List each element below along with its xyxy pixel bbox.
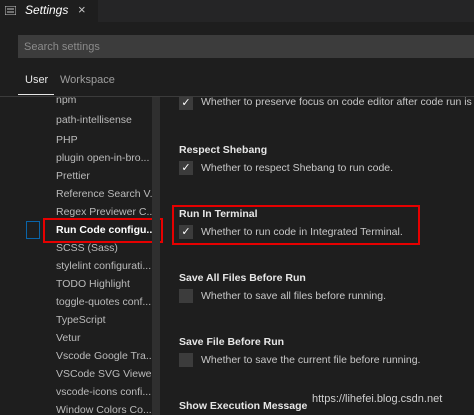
- highlight-box-setting: [172, 205, 420, 245]
- toc-item[interactable]: Vetur: [56, 329, 81, 347]
- toc-item[interactable]: Vscode Google Tra...: [56, 347, 155, 365]
- setting-title: Save File Before Run: [179, 336, 285, 348]
- tab-workspace[interactable]: Workspace: [60, 74, 115, 86]
- tab-user[interactable]: User: [18, 66, 54, 95]
- toc-item[interactable]: Reference Search V...: [56, 185, 158, 203]
- setting-description: Whether to preserve focus on code editor…: [201, 97, 472, 108]
- toc-item[interactable]: plugin open-in-bro...: [56, 149, 149, 167]
- settings-list: ✓ Whether to preserve focus on code edit…: [162, 97, 474, 415]
- toc-selection-indicator: [26, 221, 40, 239]
- check-icon: ✓: [181, 97, 191, 109]
- toc-item[interactable]: TODO Highlight: [56, 275, 130, 293]
- settings-toc: npm path-intellisense PHP plugin open-in…: [0, 97, 162, 415]
- toc-item[interactable]: path-intellisense: [56, 111, 132, 129]
- toc-scrollbar[interactable]: [152, 97, 160, 415]
- setting-checkbox[interactable]: ✓: [179, 97, 193, 110]
- settings-scope-tabs: User Workspace: [0, 66, 474, 97]
- toc-item[interactable]: Prettier: [56, 167, 90, 185]
- toc-item[interactable]: TypeScript: [56, 311, 106, 329]
- toc-item[interactable]: PHP: [56, 131, 78, 149]
- tab-title: Settings: [25, 3, 69, 17]
- setting-description: Whether to save the current file before …: [201, 354, 421, 366]
- setting-checkbox[interactable]: ✓: [179, 161, 193, 175]
- toc-item[interactable]: npm: [56, 97, 76, 109]
- highlight-box-toc: [43, 218, 163, 243]
- toc-item[interactable]: Window Colors Co...: [56, 401, 152, 415]
- file-icon: [5, 6, 16, 15]
- setting-checkbox[interactable]: [179, 289, 193, 303]
- tab-bar: Settings ×: [0, 0, 474, 22]
- check-icon: ✓: [181, 162, 191, 174]
- setting-checkbox[interactable]: [179, 353, 193, 367]
- toc-item[interactable]: toggle-quotes conf...: [56, 293, 151, 311]
- toc-item[interactable]: stylelint configurati...: [56, 257, 151, 275]
- toc-item[interactable]: vscode-icons confi...: [56, 383, 151, 401]
- setting-title: Show Execution Message: [179, 400, 308, 412]
- close-icon[interactable]: ×: [78, 2, 86, 17]
- tab-settings[interactable]: Settings ×: [0, 0, 98, 22]
- setting-title: Respect Shebang: [179, 144, 268, 156]
- toc-item[interactable]: VSCode SVG Viewe...: [56, 365, 160, 383]
- setting-title: Save All Files Before Run: [179, 272, 306, 284]
- setting-description: Whether to save all files before running…: [201, 290, 387, 302]
- search-input[interactable]: Search settings: [18, 35, 474, 58]
- setting-description: Whether to respect Shebang to run code.: [201, 162, 394, 174]
- watermark: https://lihefei.blog.csdn.net: [312, 393, 443, 405]
